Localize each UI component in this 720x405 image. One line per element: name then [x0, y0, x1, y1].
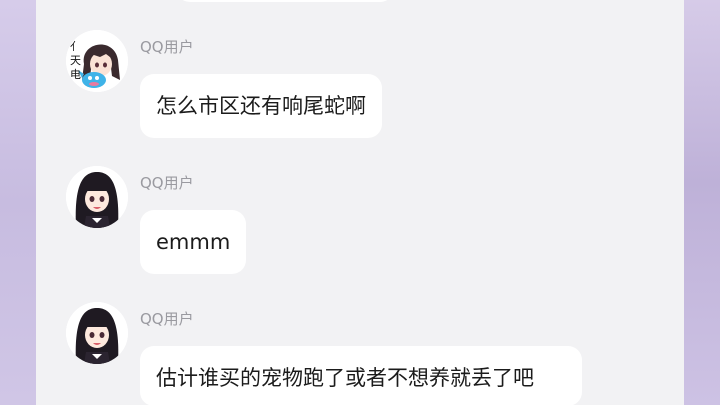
message-bubble[interactable]: 估计谁买的宠物跑了或者不想养就丢了吧 — [140, 346, 582, 405]
svg-text:天: 天 — [70, 54, 81, 67]
message-bubble[interactable]: emmm — [140, 210, 247, 274]
right-background — [684, 0, 720, 405]
dark-hair-girl-avatar[interactable] — [66, 302, 128, 364]
sender-name: QQ用户 — [140, 38, 194, 56]
sender-name: QQ用户 — [140, 174, 194, 192]
message-bubble[interactable]: 怎么市区还有响尾蛇啊 — [140, 74, 382, 138]
svg-text:亻: 亻 — [70, 40, 81, 53]
previous-message-bubble — [176, 0, 394, 2]
sender-name: QQ用户 — [140, 310, 194, 328]
anime-girl-avatar[interactable]: 亻 天 电 — [66, 30, 128, 92]
svg-text:电: 电 — [70, 68, 81, 81]
dark-hair-girl-avatar[interactable] — [66, 166, 128, 228]
chat-screen[interactable]: 亻 天 电 QQ用户 怎么市区还有响尾蛇啊 QQ用户 emmm QQ用户 估计谁… — [36, 0, 684, 405]
left-background — [0, 0, 36, 405]
